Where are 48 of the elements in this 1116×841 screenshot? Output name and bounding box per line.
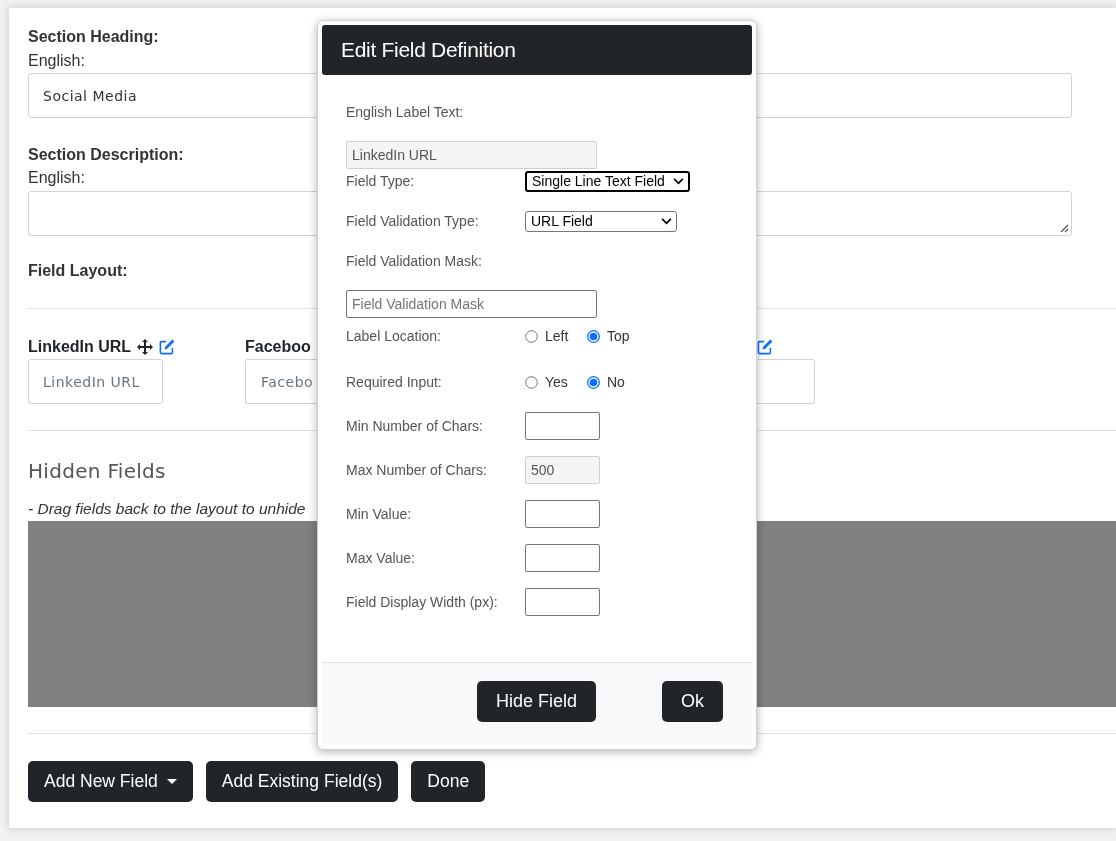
text-field[interactable] [525, 544, 600, 572]
field-label: Field Type: [346, 172, 415, 191]
text-field[interactable] [525, 500, 600, 528]
field-label: LinkedIn URL [28, 337, 132, 357]
option-label: Top [607, 326, 630, 346]
text-field[interactable] [525, 412, 600, 440]
resize-handle-icon[interactable] [1060, 224, 1069, 233]
field-label: Max Number of Chars: [346, 460, 487, 480]
edit-icon[interactable] [159, 339, 176, 355]
radio-button[interactable] [587, 329, 600, 343]
hidden-fields-heading: Hidden Fields [28, 458, 166, 485]
drag-hint-text: - Drag fields back to the layout to unhide [28, 499, 306, 519]
edit-icon[interactable] [757, 339, 773, 355]
field-label: Min Number of Chars: [346, 416, 483, 436]
option-label: No [607, 372, 625, 392]
dialog-button[interactable]: Hide Field [476, 681, 596, 722]
language-label: English: [28, 51, 85, 71]
section-heading-label: Section Heading: [28, 27, 159, 47]
text-field[interactable] [525, 588, 600, 616]
field-label: Max Value: [346, 548, 415, 568]
move-icon[interactable] [137, 339, 154, 355]
radio-button[interactable] [587, 375, 600, 389]
field-label: Field Display Width (px): [346, 592, 498, 612]
dialog-button[interactable]: Ok [662, 681, 723, 722]
chevron-down-icon [672, 178, 684, 185]
field-label: Label Location: [346, 326, 441, 346]
dialog-title: Edit Field Definition [341, 37, 516, 64]
caret-down-icon [166, 779, 177, 784]
field-label: Field Validation Mask: [346, 252, 482, 271]
text-field[interactable]: Field Validation Mask [346, 290, 597, 318]
language-label: English: [28, 168, 85, 188]
option-label: Left [545, 326, 569, 346]
field-label: Required Input: [346, 372, 442, 392]
field-label: Faceboo [245, 337, 311, 357]
chevron-down-icon [661, 218, 672, 225]
field-layout-label: Field Layout: [28, 261, 128, 281]
radio-button[interactable] [525, 329, 538, 343]
option-label: Yes [545, 372, 568, 392]
radio-button[interactable] [525, 375, 538, 389]
add-new-field-dropdown[interactable]: Add New Field [28, 761, 193, 802]
select-dropdown[interactable]: URL Field [525, 211, 677, 232]
field-label: Min Value: [346, 504, 412, 524]
field-label: Field Validation Type: [346, 212, 479, 231]
action-button[interactable]: Add Existing Field(s) [205, 761, 399, 802]
action-button[interactable]: Done [411, 761, 486, 802]
field-label: English Label Text: [346, 103, 464, 122]
section-description-label: Section Description: [28, 145, 184, 165]
select-dropdown[interactable]: Single Line Text Field [525, 171, 690, 192]
